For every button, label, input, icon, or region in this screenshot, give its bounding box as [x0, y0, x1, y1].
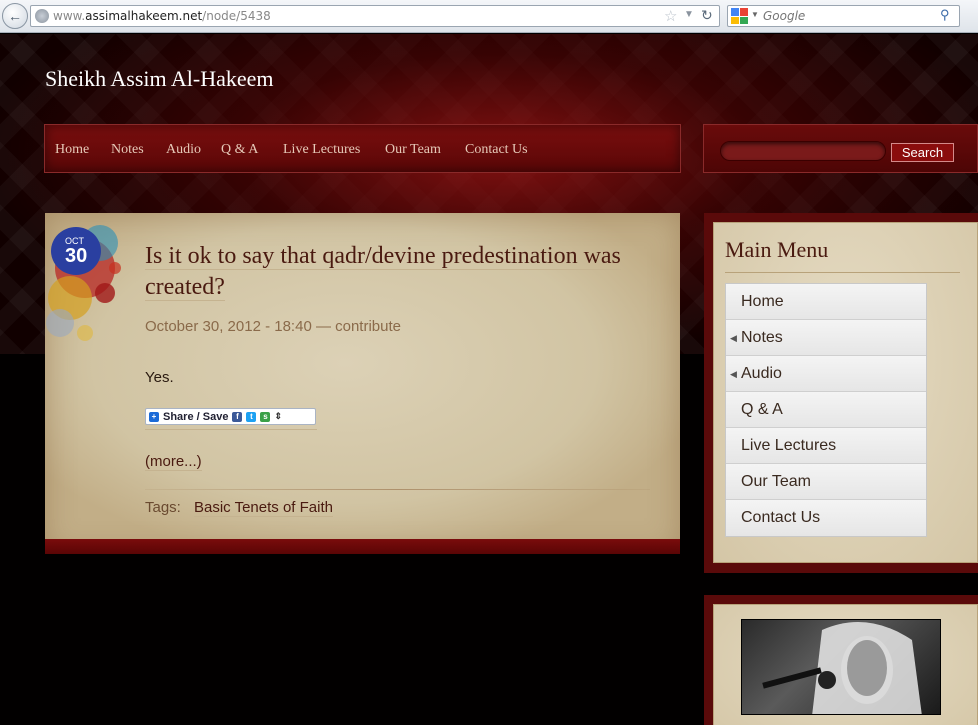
history-dropdown-icon[interactable]: ▼	[684, 9, 694, 20]
collapsed-arrow-icon: ◀	[730, 369, 737, 379]
main-menu-divider	[725, 272, 960, 273]
article-body: Yes.	[145, 369, 174, 386]
nav-item-notes[interactable]: Notes	[111, 142, 144, 158]
share-divider	[145, 429, 317, 430]
share-label: Share / Save	[163, 410, 229, 423]
browser-window: ← www.assimalhakeem.net/node/5438 ☆ ▼ ↻ …	[0, 0, 978, 725]
reload-icon[interactable]: ↻	[701, 7, 713, 24]
menu-item-label: Home	[741, 293, 784, 310]
site-search-input[interactable]	[720, 141, 886, 161]
browser-search-bar[interactable]: ▼ ⚲	[727, 5, 960, 27]
main-menu-list: Home ◀ Notes ◀ Audio Q & A Live Lectures O…	[725, 283, 927, 537]
search-icon[interactable]: ⚲	[940, 7, 950, 23]
nav-item-contact-us[interactable]: Contact Us	[465, 142, 528, 158]
share-dropdown-icon: ⇕	[274, 411, 282, 421]
menu-item-live-lectures[interactable]: Live Lectures	[726, 428, 926, 464]
menu-item-label: Contact Us	[741, 509, 821, 526]
search-button[interactable]: Search	[891, 143, 954, 162]
url-path: /node/5438	[202, 9, 271, 23]
sidebar-photo-panel	[713, 604, 978, 725]
twitter-icon: t	[246, 411, 257, 422]
menu-item-label: Live Lectures	[741, 437, 837, 454]
nav-item-our-team[interactable]: Our Team	[385, 142, 441, 158]
article-card: OCT 30 Is it ok to say that qadr/devine …	[45, 213, 680, 554]
back-button[interactable]: ←	[2, 3, 28, 29]
tag-link[interactable]: Basic Tenets of Faith	[194, 499, 333, 517]
menu-item-contact-us[interactable]: Contact Us	[726, 500, 926, 536]
menu-item-q-and-a[interactable]: Q & A	[726, 392, 926, 428]
menu-item-label: Q & A	[741, 401, 783, 418]
nav-item-q-and-a[interactable]: Q & A	[221, 142, 258, 158]
sidebar-menu-panel: Main Menu Home ◀ Notes ◀ Audio Q & A Live …	[713, 222, 978, 563]
speaker-image-icon	[762, 622, 922, 714]
menu-item-our-team[interactable]: Our Team	[726, 464, 926, 500]
back-arrow-icon: ←	[8, 8, 22, 24]
article-divider	[145, 489, 650, 490]
nav-item-audio[interactable]: Audio	[166, 142, 201, 158]
menu-item-notes[interactable]: ◀ Notes	[726, 320, 926, 356]
read-more-link[interactable]: (more...)	[145, 453, 202, 471]
menu-item-label: Our Team	[741, 473, 811, 490]
google-logo-icon[interactable]	[731, 8, 748, 24]
collapsed-arrow-icon: ◀	[730, 333, 737, 343]
article-title-link[interactable]: Is it ok to say that qadr/devine predest…	[145, 243, 621, 301]
search-engine-dropdown-icon[interactable]: ▼	[751, 10, 759, 19]
globe-icon	[35, 9, 49, 23]
browser-toolbar: ← www.assimalhakeem.net/node/5438 ☆ ▼ ↻ …	[0, 0, 978, 33]
date-day: 30	[65, 245, 88, 267]
browser-search-input[interactable]	[763, 8, 933, 24]
menu-item-label: Audio	[741, 365, 782, 382]
menu-item-audio[interactable]: ◀ Audio	[726, 356, 926, 392]
menu-item-label: Notes	[741, 329, 783, 346]
address-bar[interactable]: www.assimalhakeem.net/node/5438 ☆ ▼ ↻	[30, 5, 720, 27]
plus-icon: +	[149, 411, 159, 422]
article-meta: October 30, 2012 - 18:40 — contribute	[145, 318, 401, 335]
url-prefix: www.	[53, 9, 86, 23]
menu-item-home[interactable]: Home	[726, 284, 926, 320]
facebook-icon: f	[232, 411, 243, 422]
article-footer-band	[45, 539, 680, 554]
bookmark-star-icon[interactable]: ☆	[664, 7, 677, 25]
sidebar-main-menu: Main Menu Home ◀ Notes ◀ Audio Q & A Live …	[704, 213, 978, 573]
article-title[interactable]: Is it ok to say that qadr/devine predest…	[145, 241, 665, 303]
share-save-button[interactable]: + Share / Save f t s ⇕	[145, 408, 316, 425]
url-text: www.assimalhakeem.net/node/5438	[53, 9, 271, 23]
main-menu-title: Main Menu	[725, 237, 829, 262]
site-title[interactable]: Sheikh Assim Al-Hakeem	[45, 66, 274, 92]
url-domain: assimalhakeem.net	[85, 9, 203, 23]
speaker-photo[interactable]	[741, 619, 941, 715]
tags-label: Tags:	[145, 499, 181, 516]
nav-item-home[interactable]: Home	[55, 142, 89, 158]
web-page: Sheikh Assim Al-Hakeem Home Notes Audio …	[0, 34, 978, 725]
sidebar-photo-block	[704, 595, 978, 725]
main-navigation: Home Notes Audio Q & A Live Lectures Our…	[44, 124, 681, 173]
stumble-icon: s	[260, 411, 271, 422]
site-search-form: Search	[703, 124, 978, 173]
nav-item-live-lectures[interactable]: Live Lectures	[283, 142, 360, 158]
